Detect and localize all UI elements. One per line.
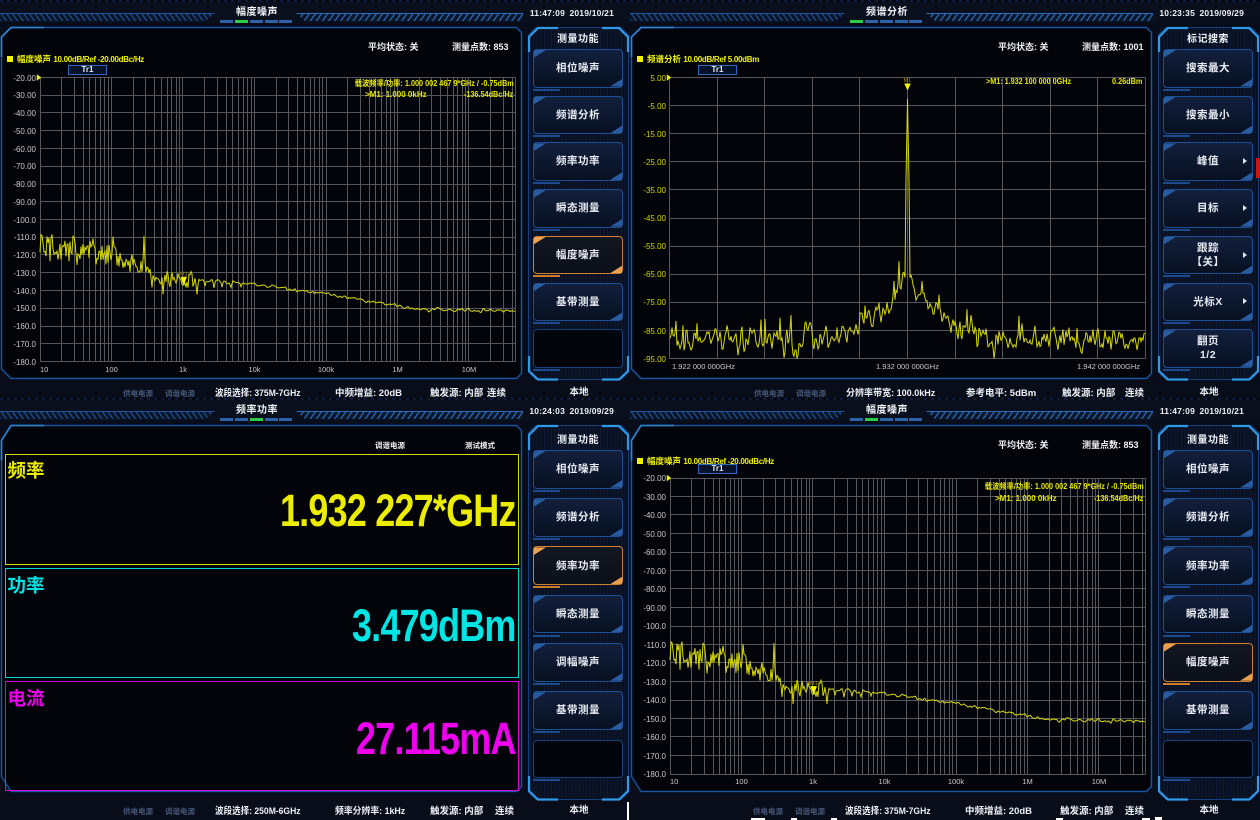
svg-text:M1: M1	[180, 272, 188, 278]
svg-text:M1: M1	[810, 681, 818, 687]
svg-text:M1: M1	[904, 78, 912, 84]
